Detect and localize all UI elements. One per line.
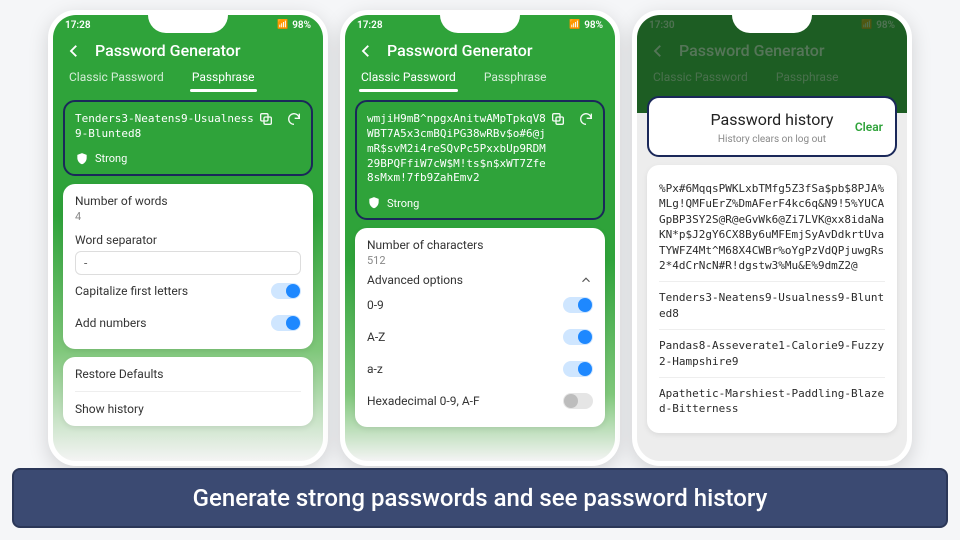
phone-classic: 17:28 📶98% Password Generator Classic Pa…: [340, 10, 620, 466]
status-time: 17:28: [357, 20, 383, 31]
digits-toggle[interactable]: [563, 297, 593, 313]
page-title: Password Generator: [387, 41, 533, 60]
strength-indicator: Strong: [367, 196, 593, 210]
chevron-up-icon[interactable]: [579, 273, 593, 287]
page-title: Password Generator: [679, 41, 825, 60]
shield-icon: [75, 152, 89, 166]
copy-icon[interactable]: [257, 110, 275, 128]
refresh-icon[interactable]: [577, 110, 595, 128]
tab-classic[interactable]: Classic Password: [651, 64, 750, 92]
uppercase-label: A-Z: [367, 330, 385, 344]
history-item[interactable]: %Px#6MqqsPWKLxbTMfg5Z3fSa$pb$8PJA%MLg!QM…: [659, 173, 885, 281]
page-title: Password Generator: [95, 41, 241, 60]
history-item[interactable]: Apathetic-Marshiest-Paddling-Blazed-Bitt…: [659, 377, 885, 425]
refresh-icon[interactable]: [285, 110, 303, 128]
config-card: Number of words 4 Word separator - Capit…: [63, 184, 313, 349]
capitalize-toggle[interactable]: [271, 283, 301, 299]
clear-button[interactable]: Clear: [855, 120, 883, 134]
history-item[interactable]: Tenders3-Neatens9-Usualness9-Blunted8: [659, 281, 885, 329]
status-icons: 📶98%: [277, 20, 311, 31]
history-header-card: Password history History clears on log o…: [647, 96, 897, 157]
capitalize-label: Capitalize first letters: [75, 284, 188, 298]
history-list[interactable]: %Px#6MqqsPWKLxbTMfg5Z3fSa$pb$8PJA%MLg!QM…: [647, 165, 897, 433]
history-subtitle: History clears on log out: [661, 134, 883, 145]
shield-icon: [367, 196, 381, 210]
phone-history: 17:30 📶98% Password Generator Classic Pa…: [632, 10, 912, 466]
tab-passphrase[interactable]: Passphrase: [482, 64, 549, 92]
tab-passphrase[interactable]: Passphrase: [774, 64, 841, 92]
strength-label: Strong: [387, 197, 419, 210]
config-card: Number of characters 512 Advanced option…: [355, 228, 605, 427]
status-icons: 📶98%: [861, 20, 895, 31]
status-time: 17:30: [649, 20, 675, 31]
strength-indicator: Strong: [75, 152, 301, 166]
back-icon[interactable]: [65, 42, 83, 60]
restore-defaults-button[interactable]: Restore Defaults: [75, 357, 301, 392]
lowercase-toggle[interactable]: [563, 361, 593, 377]
notch: [732, 11, 812, 33]
hex-toggle[interactable]: [563, 393, 593, 409]
lowercase-label: a-z: [367, 362, 383, 376]
tabs: Classic Password Passphrase: [637, 64, 907, 92]
history-title: Password history: [661, 110, 883, 130]
tabs: Classic Password Passphrase: [53, 64, 323, 92]
phone-passphrase: 17:28 📶98% Password Generator Classic Pa…: [48, 10, 328, 466]
caption: Generate strong passwords and see passwo…: [12, 468, 948, 528]
status-time: 17:28: [65, 20, 91, 31]
num-chars-label: Number of characters: [367, 238, 593, 252]
app-bar: Password Generator: [637, 35, 907, 64]
app-bar: Password Generator: [345, 35, 615, 64]
actions-card: Restore Defaults Show history: [63, 357, 313, 426]
generated-password-box: wmjiH9mB^npgxAnitwAMpTpkqV8WBT7A5x3cmBQi…: [355, 100, 605, 220]
back-icon[interactable]: [357, 42, 375, 60]
add-numbers-label: Add numbers: [75, 316, 146, 330]
separator-input[interactable]: -: [75, 251, 301, 275]
status-icons: 📶98%: [569, 20, 603, 31]
notch: [148, 11, 228, 33]
tabs: Classic Password Passphrase: [345, 64, 615, 92]
hex-label: Hexadecimal 0-9, A-F: [367, 394, 480, 408]
num-words-value[interactable]: 4: [75, 210, 301, 223]
add-numbers-toggle[interactable]: [271, 315, 301, 331]
show-history-button[interactable]: Show history: [75, 392, 301, 426]
digits-label: 0-9: [367, 298, 384, 312]
app-bar: Password Generator: [53, 35, 323, 64]
tab-passphrase[interactable]: Passphrase: [190, 64, 257, 92]
generated-password-box: Tenders3-Neatens9-Usualness9-Blunted8 St…: [63, 100, 313, 176]
back-icon[interactable]: [649, 42, 667, 60]
tab-classic[interactable]: Classic Password: [67, 64, 166, 92]
uppercase-toggle[interactable]: [563, 329, 593, 345]
copy-icon[interactable]: [549, 110, 567, 128]
notch: [440, 11, 520, 33]
separator-label: Word separator: [75, 233, 301, 247]
num-words-label: Number of words: [75, 194, 301, 208]
num-chars-value[interactable]: 512: [367, 254, 593, 267]
advanced-options-label[interactable]: Advanced options: [367, 273, 463, 287]
tab-classic[interactable]: Classic Password: [359, 64, 458, 92]
history-item[interactable]: Pandas8-Asseverate1-Calorie9-Fuzzy2-Hamp…: [659, 329, 885, 377]
strength-label: Strong: [95, 152, 127, 165]
